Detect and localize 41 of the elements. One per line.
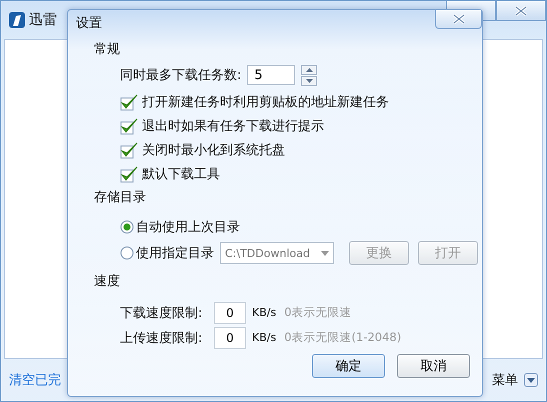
dialog-title: 设置 (76, 15, 102, 32)
field-label: 下载速度限制: (120, 304, 204, 322)
radio-button[interactable] (120, 246, 134, 260)
speed-field[interactable]: 0 (214, 326, 246, 348)
section-heading: 常规 (94, 41, 121, 59)
speed-field[interactable]: 0 (214, 302, 246, 324)
close-button[interactable] (496, 1, 546, 21)
close-icon (515, 6, 527, 16)
checkbox-label[interactable]: 打开新建任务时利用剪贴板的地址新建任务 (142, 93, 389, 111)
checkbox[interactable] (120, 118, 139, 134)
clear-completed-link[interactable]: 清空已完 (9, 371, 61, 389)
close-button[interactable] (435, 10, 482, 29)
section-heading: 存储目录 (94, 189, 147, 207)
menu-label[interactable]: 菜单 (492, 371, 518, 389)
checkbox[interactable] (120, 166, 139, 182)
close-icon (452, 14, 464, 24)
radio-label[interactable]: 使用指定目录 (136, 244, 214, 262)
hint-text: 0表示无限速(1-2048) (284, 330, 402, 345)
field-label: 同时最多下载任务数: (120, 67, 242, 84)
checkbox-label[interactable]: 默认下载工具 (142, 165, 220, 183)
dropdown-button[interactable] (524, 373, 538, 387)
number-field[interactable]: 5 (247, 65, 296, 85)
radio-button[interactable] (120, 220, 134, 234)
field-label: 上传速度限制: (120, 330, 204, 346)
spin-down-button[interactable] (301, 76, 318, 86)
ok-button[interactable]: 确定 (312, 354, 385, 378)
checkbox[interactable] (120, 94, 139, 110)
radio-label[interactable]: 自动使用上次目录 (136, 218, 240, 236)
checkbox-label[interactable]: 退出时如果有任务下载进行提示 (142, 117, 324, 135)
hint-text: 0表示无限速 (284, 305, 352, 320)
checkbox[interactable] (120, 142, 139, 158)
unit-label: KB/s (252, 331, 276, 344)
checkbox-label[interactable]: 关闭时最小化到系统托盘 (142, 141, 285, 159)
cancel-button[interactable]: 取消 (397, 354, 470, 378)
caret-icon (527, 378, 535, 382)
unit-label: KB/s (252, 306, 276, 319)
section-heading: 速度 (94, 273, 121, 291)
app-logo-icon (9, 12, 25, 28)
window-title: 迅雷 (29, 11, 57, 29)
spin-up-button[interactable] (301, 64, 318, 74)
caret-icon (321, 250, 329, 256)
